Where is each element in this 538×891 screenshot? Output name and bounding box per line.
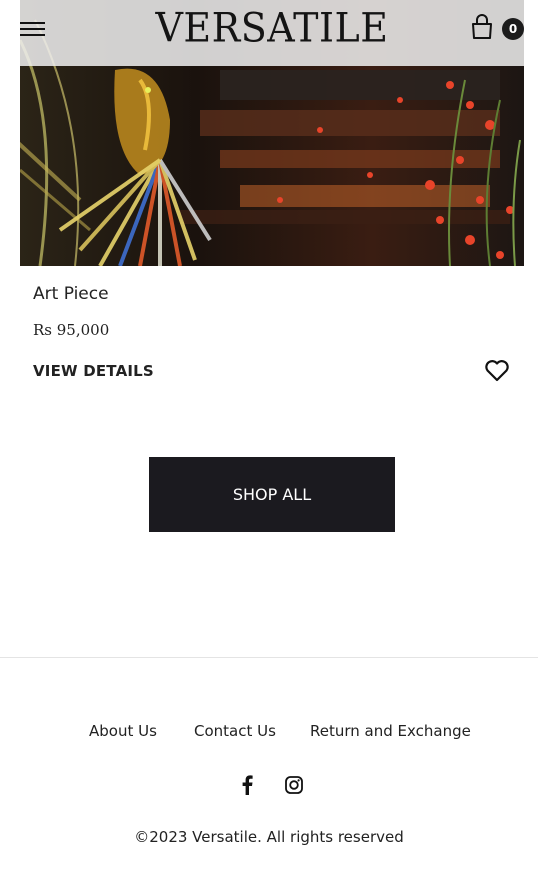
facebook-icon[interactable] — [241, 775, 253, 795]
copyright-text: ©2023 Versatile. All rights reserved — [134, 828, 404, 846]
footer-link-about-us[interactable]: About Us — [89, 722, 157, 740]
footer-links: About Us Contact Us Return and Exchange — [0, 722, 538, 744]
footer-divider — [0, 657, 538, 658]
view-details-link[interactable]: VIEW DETAILS — [33, 362, 154, 380]
footer-link-return-exchange[interactable]: Return and Exchange — [310, 722, 471, 740]
footer-link-contact-us[interactable]: Contact Us — [194, 722, 276, 740]
heart-outline-icon[interactable] — [484, 359, 510, 383]
instagram-icon[interactable] — [285, 775, 303, 795]
cart-count-badge[interactable]: 0 — [502, 18, 524, 40]
product-price: Rs 95,000 — [33, 321, 110, 339]
site-header: VERSATILE 0 — [20, 0, 524, 66]
shop-all-button[interactable]: SHOP ALL — [149, 457, 395, 532]
product-name[interactable]: Art Piece — [33, 284, 109, 304]
shopping-bag-icon[interactable] — [470, 14, 494, 40]
site-logo[interactable]: VERSATILE — [20, 5, 524, 51]
